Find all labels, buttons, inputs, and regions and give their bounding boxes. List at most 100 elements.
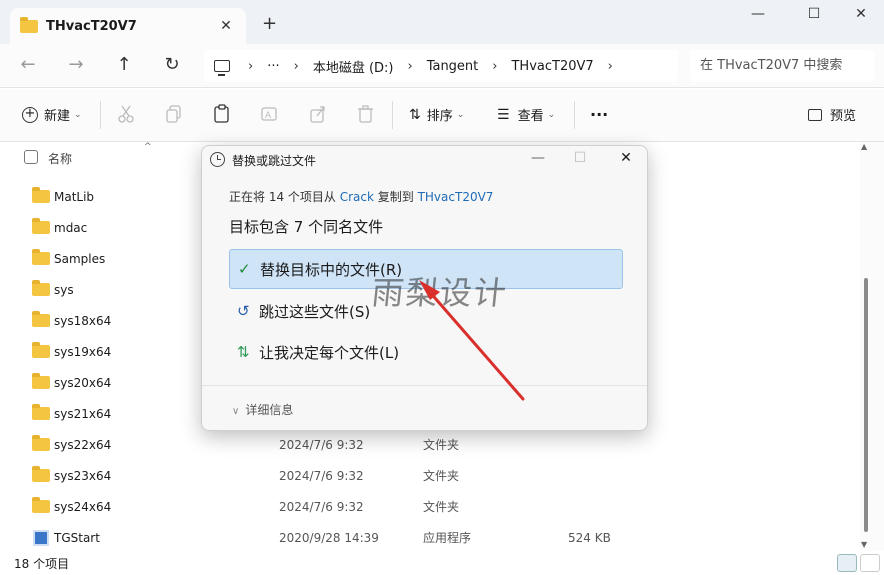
view-lines-icon: ☰ [497, 106, 510, 123]
dialog-maximize-button[interactable]: ☐ [568, 150, 592, 166]
share-icon[interactable] [309, 104, 327, 124]
date-modified: 2024/7/6 9:32 [279, 468, 364, 483]
replace-files-option[interactable]: ✓ 替换目标中的文件(R) [229, 249, 623, 289]
details-view-button[interactable] [837, 554, 857, 572]
sort-icon: ⇅ [409, 106, 421, 123]
file-name: sys [54, 282, 74, 297]
undo-icon: ↺ [237, 302, 250, 320]
maximize-button[interactable]: ☐ [799, 6, 829, 22]
close-window-button[interactable]: ✕ [846, 6, 876, 22]
folder-icon [32, 249, 50, 265]
checkmark-icon: ✓ [238, 260, 251, 278]
list-item[interactable]: sys24x64 2024/7/6 9:32 文件夹 [0, 491, 838, 522]
skip-files-option[interactable]: ↺ 跳过这些文件(S) [229, 291, 623, 331]
file-type: 文件夹 [423, 500, 460, 514]
info-middle: 复制到 [373, 190, 418, 204]
list-item[interactable]: sys22x64 2024/7/6 9:32 文件夹 [0, 429, 838, 460]
breadcrumb-tangent[interactable]: Tangent [427, 59, 479, 74]
scroll-thumb[interactable] [864, 278, 868, 532]
search-input[interactable]: 在 THvacT20V7 中搜索 [690, 50, 874, 82]
title-bar: THvacT20V7 ✕ + — ☐ ✕ [0, 0, 884, 44]
folder-icon [32, 342, 50, 358]
folder-icon [32, 280, 50, 296]
folder-icon [32, 187, 50, 203]
folder-icon [32, 404, 50, 420]
file-size: 524 KB [568, 530, 611, 545]
folder-icon [20, 16, 38, 33]
sort-ascending-icon: ^ [144, 142, 152, 152]
copy-icon[interactable] [165, 104, 183, 124]
tab-current-folder[interactable]: THvacT20V7 ✕ [10, 8, 246, 44]
decide-each-file-label: 让我决定每个文件(L) [259, 343, 400, 362]
address-bar[interactable]: › ··· › 本地磁盘 (D:) › Tangent › THvacT20V7… [204, 50, 678, 82]
info-prefix: 正在将 14 个项目从 [229, 190, 340, 204]
date-modified: 2024/7/6 9:32 [279, 437, 364, 452]
dialog-close-button[interactable]: ✕ [614, 150, 638, 166]
folder-icon [32, 497, 50, 513]
tab-close-icon[interactable]: ✕ [216, 18, 236, 34]
folder-icon [32, 373, 50, 389]
file-name: TGStart [54, 530, 100, 545]
breadcrumb-drive[interactable]: 本地磁盘 (D:) [313, 57, 394, 76]
chevron-down-icon: ∨ [232, 406, 240, 417]
forward-arrow-icon[interactable]: → [64, 54, 88, 75]
chevron-right-icon: › [293, 58, 299, 74]
file-name: sys24x64 [54, 499, 112, 514]
scroll-up-icon[interactable]: ▲ [861, 142, 867, 151]
delete-icon[interactable] [357, 104, 375, 124]
chevron-down-icon: ⌄ [74, 109, 82, 120]
breadcrumb-more[interactable]: ··· [267, 59, 279, 74]
source-folder-link[interactable]: Crack [340, 190, 374, 204]
list-item[interactable]: sys23x64 2024/7/6 9:32 文件夹 [0, 460, 838, 491]
file-name: sys21x64 [54, 406, 112, 421]
column-header-name[interactable]: 名称 [48, 150, 72, 167]
cut-icon[interactable] [117, 104, 135, 124]
more-details-toggle[interactable]: ∨ 详细信息 [232, 401, 293, 418]
paste-icon[interactable] [213, 104, 231, 124]
dialog-title: 替换或跳过文件 [232, 154, 317, 168]
more-options-button[interactable]: ··· [590, 105, 608, 124]
scroll-down-icon[interactable]: ▼ [861, 540, 867, 549]
back-arrow-icon[interactable]: ← [16, 54, 40, 75]
new-button[interactable]: + 新建 ⌄ [22, 105, 82, 124]
file-name: sys23x64 [54, 468, 112, 483]
minimize-button[interactable]: — [743, 6, 773, 22]
dialog-minimize-button[interactable]: — [526, 150, 550, 166]
decide-each-file-option[interactable]: ⇅ 让我决定每个文件(L) [229, 332, 623, 372]
monitor-icon [214, 60, 230, 76]
breadcrumb-current[interactable]: THvacT20V7 [511, 59, 593, 74]
new-tab-button[interactable]: + [262, 13, 277, 34]
toolbar-divider [100, 101, 101, 129]
chevron-down-icon: ⌄ [547, 109, 556, 120]
dialog-heading: 目标包含 7 个同名文件 [229, 218, 384, 236]
copy-progress-info: 正在将 14 个项目从 Crack 复制到 THvacT20V7 [229, 188, 493, 205]
file-name: sys22x64 [54, 437, 112, 452]
file-type: 应用程序 [423, 531, 472, 545]
command-bar: + 新建 ⌄ A ⇅ 排序 ⌄ ☰ 查看 ⌄ ··· 预览 [0, 89, 884, 142]
tiles-view-button[interactable] [860, 554, 880, 572]
preview-button[interactable]: 预览 [808, 105, 856, 124]
toolbar-divider [392, 101, 393, 129]
refresh-icon[interactable]: ↻ [160, 54, 184, 75]
destination-folder-link[interactable]: THvacT20V7 [418, 190, 494, 204]
view-button[interactable]: ☰ 查看 ⌄ [497, 105, 556, 125]
replace-files-label: 替换目标中的文件(R) [260, 260, 403, 279]
list-item[interactable]: TGStart 2020/9/28 14:39 应用程序 524 KB [0, 522, 838, 553]
sort-label: 排序 [426, 109, 453, 124]
file-name: Samples [54, 251, 106, 266]
up-arrow-icon[interactable]: ↑ [112, 54, 136, 75]
file-type: 文件夹 [423, 469, 460, 483]
more-details-label: 详细信息 [245, 403, 294, 417]
rename-icon[interactable]: A [261, 104, 279, 124]
folder-icon [32, 435, 50, 451]
sort-button[interactable]: ⇅ 排序 ⌄ [409, 105, 464, 125]
file-name: sys18x64 [54, 313, 112, 328]
preview-pane-icon [808, 108, 822, 121]
file-name: MatLib [54, 189, 95, 204]
svg-text:A: A [265, 111, 272, 121]
file-type: 文件夹 [423, 438, 460, 452]
tab-title: THvacT20V7 [46, 18, 137, 34]
navigation-bar: ← → ↑ ↻ › ··· › 本地磁盘 (D:) › Tangent › TH… [0, 44, 884, 88]
chevron-right-icon: › [248, 58, 254, 74]
select-all-checkbox[interactable] [24, 150, 38, 164]
